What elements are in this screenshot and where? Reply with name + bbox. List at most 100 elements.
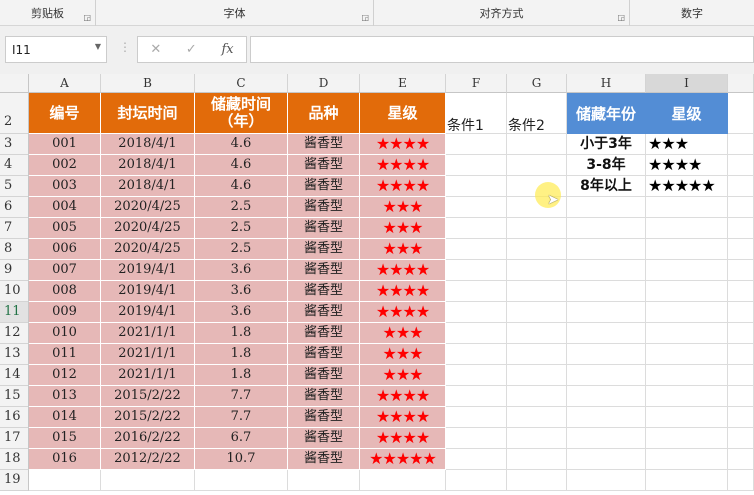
empty-cell[interactable] bbox=[567, 470, 646, 491]
empty-cell[interactable] bbox=[507, 155, 567, 176]
empty-cell[interactable] bbox=[507, 281, 567, 302]
row-header-15[interactable]: 15 bbox=[0, 386, 29, 407]
cell-id[interactable]: 002 bbox=[29, 155, 101, 176]
cell-id[interactable]: 009 bbox=[29, 302, 101, 323]
empty-cell[interactable] bbox=[507, 449, 567, 470]
row-header-3[interactable]: 3 bbox=[0, 134, 29, 155]
lookup-header-stars[interactable]: 星级 bbox=[646, 93, 728, 134]
empty-cell[interactable] bbox=[507, 239, 567, 260]
empty-cell[interactable] bbox=[728, 260, 754, 281]
cell-years[interactable]: 3.6 bbox=[195, 260, 288, 281]
cell-date[interactable]: 2021/1/1 bbox=[101, 344, 195, 365]
empty-cell[interactable] bbox=[446, 260, 507, 281]
empty-cell[interactable] bbox=[728, 155, 754, 176]
cell-date[interactable]: 2020/4/25 bbox=[101, 239, 195, 260]
cell-id[interactable]: 005 bbox=[29, 218, 101, 239]
lookup-years[interactable]: 3-8年 bbox=[567, 155, 646, 176]
empty-cell[interactable] bbox=[728, 176, 754, 197]
row-header-9[interactable]: 9 bbox=[0, 260, 29, 281]
empty-cell[interactable] bbox=[728, 302, 754, 323]
enter-icon[interactable]: ✓ bbox=[186, 42, 197, 57]
empty-cell[interactable] bbox=[646, 407, 728, 428]
cell-id[interactable]: 011 bbox=[29, 344, 101, 365]
lookup-years[interactable]: 小于3年 bbox=[567, 134, 646, 155]
empty-cell[interactable] bbox=[646, 365, 728, 386]
cell-type[interactable]: 酱香型 bbox=[288, 260, 360, 281]
cell-stars[interactable]: ★★★★ bbox=[360, 302, 446, 323]
empty-cell[interactable] bbox=[507, 344, 567, 365]
row-header-8[interactable]: 8 bbox=[0, 239, 29, 260]
cell-date[interactable]: 2019/4/1 bbox=[101, 281, 195, 302]
empty-cell[interactable] bbox=[728, 365, 754, 386]
row-header-10[interactable]: 10 bbox=[0, 281, 29, 302]
empty-cell[interactable] bbox=[360, 470, 446, 491]
empty-cell[interactable] bbox=[446, 428, 507, 449]
empty-cell[interactable] bbox=[195, 470, 288, 491]
empty-cell[interactable] bbox=[507, 302, 567, 323]
empty-cell[interactable] bbox=[728, 470, 754, 491]
empty-cell[interactable] bbox=[507, 365, 567, 386]
empty-cell[interactable] bbox=[507, 470, 567, 491]
cell-date[interactable]: 2018/4/1 bbox=[101, 155, 195, 176]
cell-years[interactable]: 2.5 bbox=[195, 218, 288, 239]
cell-years[interactable]: 4.6 bbox=[195, 176, 288, 197]
cell-type[interactable]: 酱香型 bbox=[288, 197, 360, 218]
cell-years[interactable]: 2.5 bbox=[195, 197, 288, 218]
row-header-2[interactable]: 2 bbox=[0, 93, 29, 134]
cell-type[interactable]: 酱香型 bbox=[288, 386, 360, 407]
empty-cell[interactable] bbox=[446, 344, 507, 365]
empty-cell[interactable] bbox=[728, 281, 754, 302]
empty-cell[interactable] bbox=[646, 470, 728, 491]
column-header-h[interactable]: H bbox=[567, 74, 646, 93]
empty-cell[interactable] bbox=[728, 239, 754, 260]
column-header-d[interactable]: D bbox=[288, 74, 360, 93]
empty-cell[interactable] bbox=[728, 428, 754, 449]
cell-type[interactable]: 酱香型 bbox=[288, 218, 360, 239]
empty-cell[interactable] bbox=[728, 197, 754, 218]
row-header-19[interactable]: 19 bbox=[0, 470, 29, 491]
cell-years[interactable]: 2.5 bbox=[195, 239, 288, 260]
cell-stars[interactable]: ★★★★ bbox=[360, 281, 446, 302]
cell-stars[interactable]: ★★★★ bbox=[360, 260, 446, 281]
empty-cell[interactable] bbox=[567, 218, 646, 239]
empty-cell[interactable] bbox=[567, 386, 646, 407]
empty-cell[interactable] bbox=[507, 260, 567, 281]
cell-years[interactable]: 10.7 bbox=[195, 449, 288, 470]
empty-cell[interactable] bbox=[567, 197, 646, 218]
empty-cell[interactable] bbox=[507, 386, 567, 407]
empty-cell[interactable] bbox=[446, 281, 507, 302]
cell-years[interactable]: 7.7 bbox=[195, 407, 288, 428]
empty-cell[interactable] bbox=[567, 365, 646, 386]
empty-cell[interactable] bbox=[507, 323, 567, 344]
cell-type[interactable]: 酱香型 bbox=[288, 323, 360, 344]
empty-cell[interactable] bbox=[507, 218, 567, 239]
header-c[interactable]: 储藏时间 （年） bbox=[195, 93, 288, 134]
chevron-down-icon[interactable]: ▼ bbox=[95, 42, 101, 51]
header-e[interactable]: 星级 bbox=[360, 93, 446, 134]
cell-id[interactable]: 010 bbox=[29, 323, 101, 344]
row-header-17[interactable]: 17 bbox=[0, 428, 29, 449]
cell-type[interactable]: 酱香型 bbox=[288, 407, 360, 428]
empty-cell[interactable] bbox=[728, 134, 754, 155]
empty-cell[interactable] bbox=[567, 428, 646, 449]
cell-date[interactable]: 2019/4/1 bbox=[101, 302, 195, 323]
column-header-b[interactable]: B bbox=[101, 74, 195, 93]
dialog-launcher-icon[interactable]: ◲ bbox=[361, 13, 369, 22]
empty-cell[interactable] bbox=[646, 428, 728, 449]
cell-stars[interactable]: ★★★ bbox=[360, 344, 446, 365]
cell-stars[interactable]: ★★★★★ bbox=[360, 449, 446, 470]
cell-type[interactable]: 酱香型 bbox=[288, 449, 360, 470]
cell-id[interactable]: 004 bbox=[29, 197, 101, 218]
drag-handle-icon[interactable]: ⋮ bbox=[119, 40, 131, 54]
cell-type[interactable]: 酱香型 bbox=[288, 155, 360, 176]
cell-stars[interactable]: ★★★★ bbox=[360, 386, 446, 407]
empty-cell[interactable] bbox=[446, 134, 507, 155]
empty-cell[interactable] bbox=[446, 386, 507, 407]
lookup-years[interactable]: 8年以上 bbox=[567, 176, 646, 197]
cell-stars[interactable]: ★★★★ bbox=[360, 155, 446, 176]
cell-date[interactable]: 2020/4/25 bbox=[101, 197, 195, 218]
empty-cell[interactable] bbox=[446, 302, 507, 323]
empty-cell[interactable] bbox=[101, 470, 195, 491]
criteria-label-2[interactable]: 条件2 bbox=[507, 93, 567, 134]
empty-cell[interactable] bbox=[646, 344, 728, 365]
